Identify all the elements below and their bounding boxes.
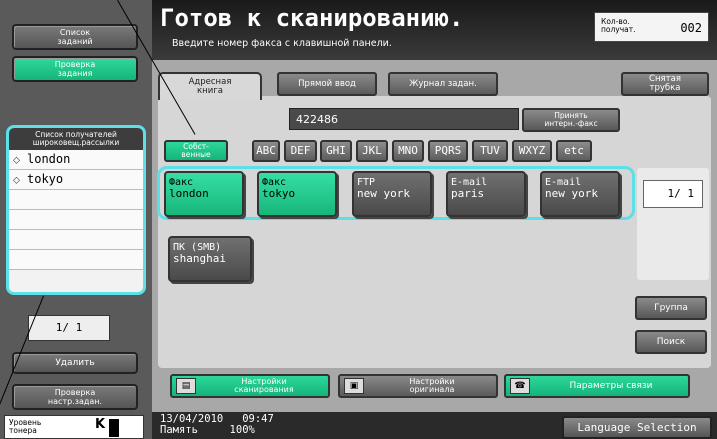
toner-level: Уровень тонера K	[4, 415, 144, 439]
destination-name: paris	[451, 187, 485, 200]
fax-icon: ⬦	[13, 175, 20, 186]
tab-panel	[158, 96, 711, 368]
index-own[interactable]: Собст- венные	[164, 140, 228, 162]
accept-internet-fax-button[interactable]: Принять интерн.-факс	[522, 108, 620, 132]
index-def[interactable]: DEF	[284, 140, 317, 162]
destination-button[interactable]: E-mail paris	[446, 171, 526, 217]
index-pqrs[interactable]: PQRS	[428, 140, 468, 162]
counter-value: 002	[680, 21, 702, 35]
fax-icon: ⬦	[13, 155, 20, 166]
recipient-list-header: Список получателей широковещ.рассылки	[9, 128, 143, 150]
destination-name: new york	[357, 187, 410, 200]
recipient-item-empty	[9, 250, 143, 270]
destination-button[interactable]: Факс london	[164, 171, 244, 217]
index-tuv[interactable]: TUV	[472, 140, 508, 162]
scan-settings-button[interactable]: ▤ Настройки сканирования	[170, 374, 330, 398]
destination-name: london	[169, 187, 209, 200]
offhook-button[interactable]: Снятая трубка	[621, 72, 709, 96]
destination-page-indicator: 1/ 1	[643, 180, 703, 208]
memory-label: Память	[160, 424, 198, 436]
check-settings-button[interactable]: Проверка настр.задан.	[12, 384, 138, 410]
toner-bar	[109, 419, 119, 437]
recipient-item-empty	[9, 210, 143, 230]
destination-button[interactable]: FTP new york	[352, 171, 432, 217]
page-subtitle: Введите номер факса с клавишной панели.	[172, 38, 392, 49]
index-wxyz[interactable]: WXYZ	[512, 140, 552, 162]
destination-name: tokyo	[262, 187, 296, 200]
group-button[interactable]: Группа	[635, 296, 707, 320]
original-settings-button[interactable]: ▣ Настройки оригинала	[338, 374, 498, 398]
index-mno[interactable]: MNO	[392, 140, 424, 162]
recipient-item-empty	[9, 190, 143, 210]
index-ghi[interactable]: GHI	[320, 140, 352, 162]
destination-button[interactable]: ПК (SMB) shanghai	[168, 236, 252, 282]
recipient-name: london	[27, 152, 71, 166]
tab-direct-input[interactable]: Прямой ввод	[277, 72, 377, 96]
page-title: Готов к сканированию.	[160, 4, 464, 32]
toner-color: K	[95, 417, 106, 432]
tab-job-history[interactable]: Журнал задан.	[388, 72, 498, 96]
broadcast-recipient-list: Список получателей широковещ.рассылки ⬦ l…	[6, 125, 146, 295]
destination-button[interactable]: E-mail new york	[540, 171, 620, 217]
recipient-page-indicator: 1/ 1	[28, 315, 110, 341]
recipient-name: tokyo	[27, 172, 64, 186]
scan-settings-icon: ▤	[176, 378, 196, 394]
destination-name: shanghai	[173, 252, 226, 265]
fax-number-input[interactable]: 422486	[289, 108, 519, 130]
job-check-button[interactable]: Проверка задания	[12, 56, 138, 82]
original-settings-icon: ▣	[344, 378, 364, 394]
counter-label: Кол-во. получат.	[601, 17, 636, 34]
recipient-item-empty	[9, 230, 143, 250]
recipient-counter: Кол-во. получат. 002	[594, 12, 709, 42]
recipient-item[interactable]: ⬦ london	[9, 150, 143, 170]
language-selection-button[interactable]: Language Selection	[562, 416, 712, 439]
footer-status: 13/04/2010 09:47 Память 100%	[160, 414, 274, 436]
destination-button[interactable]: Факс tokyo	[257, 171, 337, 217]
index-etc[interactable]: etc	[556, 140, 592, 162]
communication-settings-icon: ☎	[510, 378, 530, 394]
communication-settings-button[interactable]: ☎ Параметры связи	[504, 374, 690, 398]
search-button[interactable]: Поиск	[635, 330, 707, 354]
index-jkl[interactable]: JKL	[356, 140, 388, 162]
toner-label: Уровень тонера	[9, 418, 42, 435]
left-panel: Список заданий Проверка задания Список п…	[0, 0, 152, 439]
destination-name: new york	[545, 187, 598, 200]
job-list-button[interactable]: Список заданий	[12, 24, 138, 50]
index-abc[interactable]: ABC	[252, 140, 280, 162]
memory-value: 100%	[229, 424, 255, 436]
recipient-item[interactable]: ⬦ tokyo	[9, 170, 143, 190]
delete-button[interactable]: Удалить	[12, 352, 138, 374]
